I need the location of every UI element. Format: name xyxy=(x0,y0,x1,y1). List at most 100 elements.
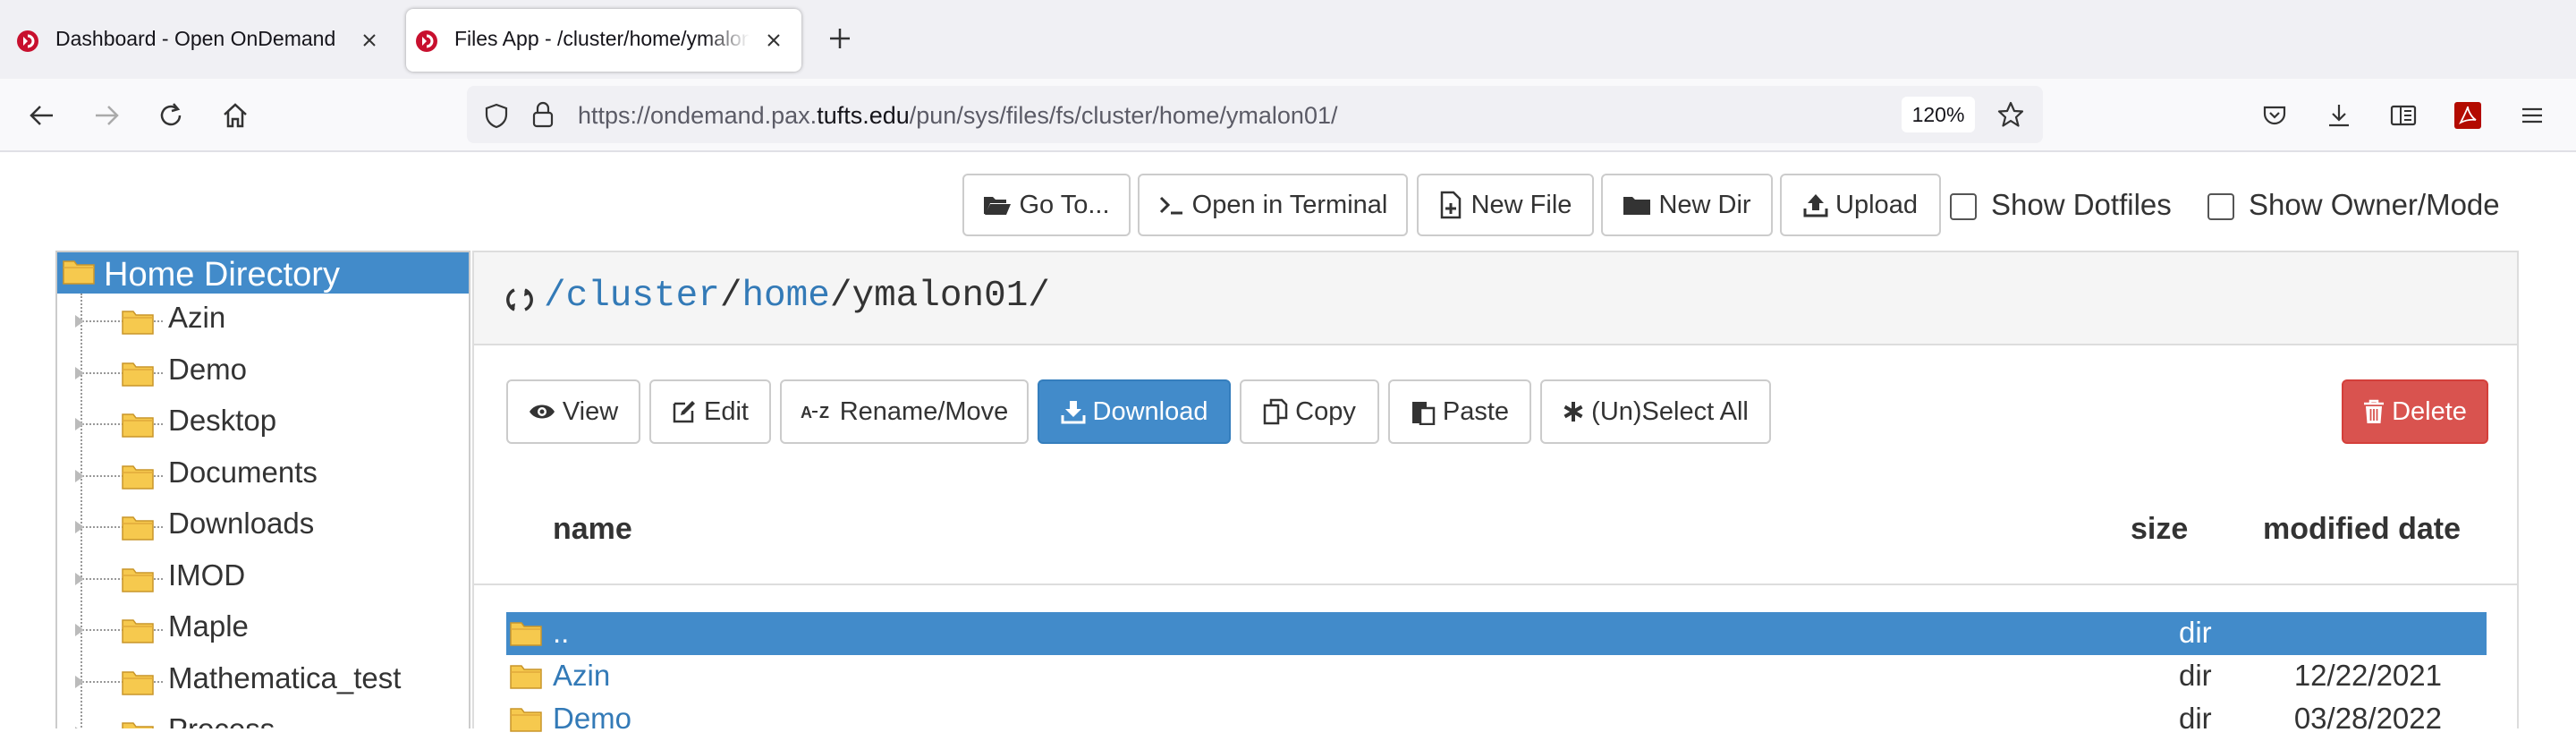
browser-tab-strip: Dashboard - Open OnDemand Files App - /c… xyxy=(0,0,2576,79)
expand-arrow-icon[interactable] xyxy=(75,572,84,585)
folder-icon xyxy=(122,362,154,387)
menu-hamburger-icon[interactable] xyxy=(2512,95,2553,136)
view-button[interactable]: View xyxy=(506,379,640,444)
folder-icon xyxy=(510,622,542,646)
shield-icon[interactable] xyxy=(483,102,510,129)
column-header-modified-date[interactable]: modified date xyxy=(2263,512,2461,547)
expand-arrow-icon[interactable] xyxy=(75,675,84,688)
reload-icon[interactable] xyxy=(150,95,191,136)
unselect-all-button[interactable]: (Un)Select All xyxy=(1540,379,1771,444)
tree-item-imod[interactable]: IMOD xyxy=(57,551,469,601)
downloads-icon[interactable] xyxy=(2318,95,2360,136)
unselect-all-label: (Un)Select All xyxy=(1591,396,1749,426)
header-divider xyxy=(474,583,2517,585)
tree-item-label: Process xyxy=(168,712,275,728)
folder-icon xyxy=(122,464,154,490)
expand-arrow-icon[interactable] xyxy=(75,315,84,328)
lock-icon[interactable] xyxy=(530,100,556,129)
breadcrumb-current: /ymalon01/ xyxy=(829,276,1050,317)
expand-arrow-icon[interactable] xyxy=(75,521,84,533)
tab-title: Dashboard - Open OnDemand xyxy=(55,27,336,50)
tree-item-label: Maple xyxy=(168,609,249,643)
show-owner-mode-label[interactable]: Show Owner/Mode xyxy=(2249,188,2500,222)
url-text[interactable]: https://ondemand.pax.tufts.edu/pun/sys/f… xyxy=(578,102,1337,130)
edit-button[interactable]: Edit xyxy=(649,379,771,444)
new-file-button[interactable]: New File xyxy=(1417,174,1594,236)
tree-item-downloads[interactable]: Downloads xyxy=(57,499,469,549)
tree-item-process[interactable]: Process xyxy=(57,705,469,728)
file-name-link[interactable]: Azin xyxy=(553,659,610,693)
url-bar[interactable]: https://ondemand.pax.tufts.edu/pun/sys/f… xyxy=(467,86,2043,143)
tab-files-app[interactable]: Files App - /cluster/home/ymalon01/ xyxy=(406,9,801,72)
column-header-size[interactable]: size xyxy=(2131,512,2188,547)
back-arrow-icon[interactable] xyxy=(21,95,63,136)
rename-move-button[interactable]: AZ Rename/Move xyxy=(780,379,1029,444)
new-dir-button[interactable]: New Dir xyxy=(1601,174,1773,236)
new-file-label: New File xyxy=(1470,190,1572,219)
tree-item-label: Desktop xyxy=(168,404,277,437)
folder-icon xyxy=(122,516,154,541)
terminal-icon xyxy=(1159,196,1182,215)
folder-icon xyxy=(122,722,154,728)
path-header: /cluster/home/ymalon01/ xyxy=(474,252,2517,345)
show-dotfiles-checkbox[interactable] xyxy=(1950,193,1977,220)
tree-item-desktop[interactable]: Desktop xyxy=(57,396,469,447)
file-size: dir xyxy=(2179,702,2212,735)
folder-icon xyxy=(122,619,154,643)
breadcrumb-home[interactable]: home xyxy=(741,276,829,317)
table-row[interactable]: .. dir xyxy=(506,612,2487,655)
tree-item-label: IMOD xyxy=(168,558,246,592)
tree-item-maple[interactable]: Maple xyxy=(57,602,469,652)
delete-button[interactable]: Delete xyxy=(2342,379,2488,444)
home-icon[interactable] xyxy=(215,95,256,136)
column-header-name[interactable]: name xyxy=(553,512,632,547)
tree-item-demo[interactable]: Demo xyxy=(57,345,469,396)
open-terminal-button[interactable]: Open in Terminal xyxy=(1138,174,1408,236)
forward-arrow-icon[interactable] xyxy=(86,95,127,136)
tab-title: Files App - /cluster/home/ymalon01/ xyxy=(454,27,750,50)
reader-view-icon[interactable] xyxy=(2383,95,2424,136)
ondemand-favicon-icon xyxy=(415,30,438,53)
tree-root-home-directory[interactable]: Home Directory xyxy=(57,252,469,294)
tree-item-mathematica-test[interactable]: Mathematica_test xyxy=(57,654,469,704)
tree-item-label: Documents xyxy=(168,455,318,489)
bookmark-star-icon[interactable] xyxy=(1996,100,2025,129)
file-size: dir xyxy=(2179,616,2212,649)
zoom-level[interactable]: 120% xyxy=(1902,97,1975,132)
show-dotfiles-label[interactable]: Show Dotfiles xyxy=(1991,188,2172,222)
expand-arrow-icon[interactable] xyxy=(75,469,84,482)
url-prefix: https://ondemand.pax. xyxy=(578,102,818,129)
folder-open-icon xyxy=(984,197,1012,215)
tree-item-label: Mathematica_test xyxy=(168,660,402,694)
folder-icon xyxy=(122,311,154,335)
copy-button[interactable]: Copy xyxy=(1240,379,1379,444)
expand-arrow-icon[interactable] xyxy=(75,624,84,636)
goto-button[interactable]: Go To... xyxy=(962,174,1131,236)
delete-label: Delete xyxy=(2392,396,2467,426)
file-name-link[interactable]: Demo xyxy=(553,702,631,736)
table-row[interactable]: Demo dir 03/28/2022 xyxy=(506,698,2487,741)
upload-button[interactable]: Upload xyxy=(1780,174,1941,236)
tree-item-documents[interactable]: Documents xyxy=(57,448,469,498)
goto-label: Go To... xyxy=(1019,190,1110,219)
tab-dashboard[interactable]: Dashboard - Open OnDemand xyxy=(7,9,431,72)
expand-arrow-icon[interactable] xyxy=(75,366,84,379)
table-row[interactable]: Azin dir 12/22/2021 xyxy=(506,655,2487,698)
svg-text:Z: Z xyxy=(819,404,829,422)
paste-icon xyxy=(1411,402,1436,425)
pocket-icon[interactable] xyxy=(2254,95,2295,136)
close-tab-icon[interactable] xyxy=(762,29,785,52)
pdf-extension-icon[interactable] xyxy=(2447,95,2488,136)
paste-button[interactable]: Paste xyxy=(1388,379,1531,444)
expand-arrow-icon[interactable] xyxy=(75,418,84,430)
close-tab-icon[interactable] xyxy=(358,29,381,52)
breadcrumb-cluster[interactable]: /cluster xyxy=(544,276,720,317)
folder-icon xyxy=(122,670,154,695)
new-tab-icon[interactable] xyxy=(826,25,853,52)
show-owner-mode-checkbox[interactable] xyxy=(2207,193,2234,220)
download-button[interactable]: Download xyxy=(1038,379,1231,444)
tree-item-label: Downloads xyxy=(168,507,315,540)
tree-item-azin[interactable]: Azin xyxy=(57,294,469,344)
refresh-icon[interactable] xyxy=(504,285,535,315)
file-name-link[interactable]: .. xyxy=(553,616,569,650)
